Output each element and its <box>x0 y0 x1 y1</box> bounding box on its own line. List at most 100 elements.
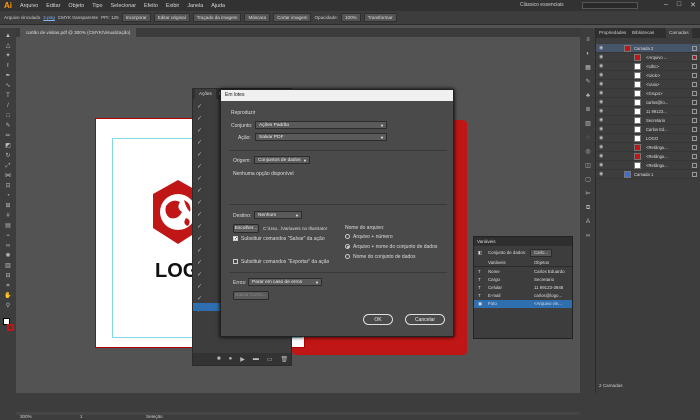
source-select[interactable]: Conjuntos de dados ▼ <box>254 156 310 164</box>
artboards-dock-icon[interactable]: ▢ <box>583 176 593 184</box>
layer-row[interactable]: ◉ <Uuiu> <box>596 80 700 89</box>
record-icon[interactable]: ● <box>229 356 233 362</box>
type-tool-icon[interactable]: T <box>3 92 13 100</box>
eraser-tool-icon[interactable]: ◩ <box>3 142 13 150</box>
gradient-tool-icon[interactable]: ▤ <box>3 222 13 230</box>
menu-type[interactable]: Tipo <box>88 3 106 9</box>
zoom-tool-icon[interactable]: ⚲ <box>3 302 13 310</box>
pencil-tool-icon[interactable]: ✏ <box>3 132 13 140</box>
menu-help[interactable]: Ajuda <box>207 3 229 9</box>
minimize-button[interactable]: – <box>664 1 668 9</box>
layer-row[interactable]: ◉ Secretario <box>596 116 700 125</box>
opacity-field[interactable]: 100% <box>340 13 361 22</box>
horizontal-scrollbar[interactable] <box>16 412 580 415</box>
variable-row[interactable]: T Celular 11 99123-3948 <box>474 284 572 292</box>
stroke-color-swatch[interactable] <box>7 324 14 331</box>
layer-row[interactable]: ◉ carlos@lo... <box>596 98 700 107</box>
layer-row[interactable]: ◉ Camada 2 <box>596 44 700 53</box>
perspective-grid-icon[interactable]: ⊞ <box>3 202 13 210</box>
rotate-tool-icon[interactable]: ↻ <box>3 152 13 160</box>
blend-tool-icon[interactable]: ∞ <box>3 242 13 250</box>
scale-tool-icon[interactable]: ⤢ <box>3 162 13 170</box>
transparency-dock-icon[interactable]: ◌ <box>583 134 593 142</box>
close-button[interactable]: ✕ <box>690 1 696 9</box>
action-toggle-check-icon[interactable]: ✓ <box>197 283 202 290</box>
layer-row[interactable]: ◉ <Uiltc> <box>596 62 700 71</box>
selection-tool-icon[interactable]: ▲ <box>3 32 13 40</box>
action-toggle-check-icon[interactable]: ✓ <box>197 151 202 158</box>
override-save-checkbox[interactable]: ✓ <box>233 236 238 242</box>
document-tab[interactable]: cartão de visitas.pdf @ 300% (CMYK/Visua… <box>20 28 137 37</box>
links-dock-icon[interactable]: ∞ <box>583 232 593 240</box>
layer-row[interactable]: ◉ <Retângu... <box>596 143 700 152</box>
layer-row[interactable]: ◉ 11 99123... <box>596 107 700 116</box>
tab-libraries[interactable]: Bibliotecas <box>632 28 654 38</box>
search-input[interactable] <box>582 2 638 9</box>
workspace-switcher[interactable]: Clássico essenciais <box>520 2 564 8</box>
type-dock-icon[interactable]: A <box>583 218 593 226</box>
pen-tool-icon[interactable]: ✒ <box>3 72 13 80</box>
variable-row-selected[interactable]: ▣ Foto <Arquivo vin... <box>474 300 572 308</box>
swatches-dock-icon[interactable]: ▦ <box>583 64 593 72</box>
slice-tool-icon[interactable]: ⌗ <box>3 282 13 290</box>
embed-button[interactable]: Incorporar <box>121 13 151 22</box>
variable-row[interactable]: T E-mail carlos@logo... <box>474 292 572 300</box>
color-dock-icon[interactable]: ◐ <box>583 50 593 58</box>
radio-file-number[interactable] <box>345 234 350 239</box>
override-export-checkbox[interactable] <box>233 259 238 264</box>
layer-row[interactable]: ◉ <Grupo> <box>596 89 700 98</box>
action-toggle-check-icon[interactable]: ✓ <box>197 175 202 182</box>
errors-select[interactable]: Parar em caso de erros ▼ <box>248 278 322 286</box>
layer-row[interactable]: ◉ Camada 1 <box>596 170 700 179</box>
action-toggle-check-icon[interactable]: ✓ <box>197 295 202 302</box>
action-toggle-check-icon[interactable]: ✓ <box>197 211 202 218</box>
magic-wand-icon[interactable]: ✦ <box>3 52 13 60</box>
variable-row[interactable]: T Cargo Secretario <box>474 276 572 284</box>
layer-row[interactable]: ◉ <Retângu... <box>596 161 700 170</box>
curvature-tool-icon[interactable]: ∿ <box>3 82 13 90</box>
hand-tool-icon[interactable]: ✋ <box>3 292 13 300</box>
action-select[interactable]: Salvar PDF ▼ <box>255 133 387 141</box>
tab-properties[interactable]: Propriedades <box>599 28 626 38</box>
rectangle-tool-icon[interactable]: □ <box>3 112 13 120</box>
symbol-sprayer-icon[interactable]: ✺ <box>3 252 13 260</box>
action-toggle-check-icon[interactable]: ✓ <box>197 187 202 194</box>
crop-image-button[interactable]: Cortar imagem <box>273 13 312 22</box>
action-toggle-check-icon[interactable]: ✓ <box>197 199 202 206</box>
layers-dock-icon[interactable]: ◫ <box>583 162 593 170</box>
edit-original-button[interactable]: Editar original <box>153 13 190 22</box>
image-trace-button[interactable]: Traçado da imagem <box>192 13 242 22</box>
paintbrush-tool-icon[interactable]: ✎ <box>3 122 13 130</box>
menu-select[interactable]: Selecionar <box>107 3 140 9</box>
artboard-tool-icon[interactable]: ⊟ <box>3 272 13 280</box>
action-toggle-check-icon[interactable]: ✓ <box>197 115 202 122</box>
action-toggle-check-icon[interactable]: ✓ <box>197 259 202 266</box>
radio-file-dataset[interactable] <box>345 244 350 249</box>
choose-button[interactable]: Escolher... <box>233 224 259 233</box>
stop-icon[interactable]: ■ <box>217 356 221 362</box>
graph-tool-icon[interactable]: ▥ <box>3 262 13 270</box>
symbols-dock-icon[interactable]: ♣ <box>583 92 593 100</box>
eyedropper-tool-icon[interactable]: ⌁ <box>3 232 13 240</box>
variable-row[interactable]: T Nome Carlos Eduardo <box>474 268 572 276</box>
stroke-dock-icon[interactable]: ≣ <box>583 106 593 114</box>
align-dock-icon[interactable]: ⊨ <box>583 190 593 198</box>
maximize-button[interactable]: □ <box>677 1 681 9</box>
brushes-dock-icon[interactable]: ✎ <box>583 78 593 86</box>
menu-view[interactable]: Exibir <box>162 3 183 9</box>
action-toggle-check-icon[interactable]: ✓ <box>197 127 202 134</box>
gradient-dock-icon[interactable]: ▨ <box>583 120 593 128</box>
pathfinder-dock-icon[interactable]: ⧉ <box>583 204 593 212</box>
tab-actions[interactable]: Ações <box>195 89 216 99</box>
menu-window[interactable]: Janela <box>183 3 207 9</box>
shape-builder-icon[interactable]: ◔ <box>3 192 13 200</box>
layer-row[interactable]: ◉ <Arquivo ... <box>596 53 700 62</box>
layer-row[interactable]: ◉ LOGO <box>596 134 700 143</box>
action-toggle-check-icon[interactable]: ✓ <box>197 271 202 278</box>
mesh-tool-icon[interactable]: # <box>3 212 13 220</box>
menu-file[interactable]: Arquivo <box>16 3 42 9</box>
delete-icon[interactable]: 🗑 <box>281 356 289 363</box>
save-as-button[interactable]: Salvar Como... <box>233 291 269 300</box>
menu-object[interactable]: Objeto <box>64 3 88 9</box>
lasso-tool-icon[interactable]: ℓ <box>3 62 13 70</box>
